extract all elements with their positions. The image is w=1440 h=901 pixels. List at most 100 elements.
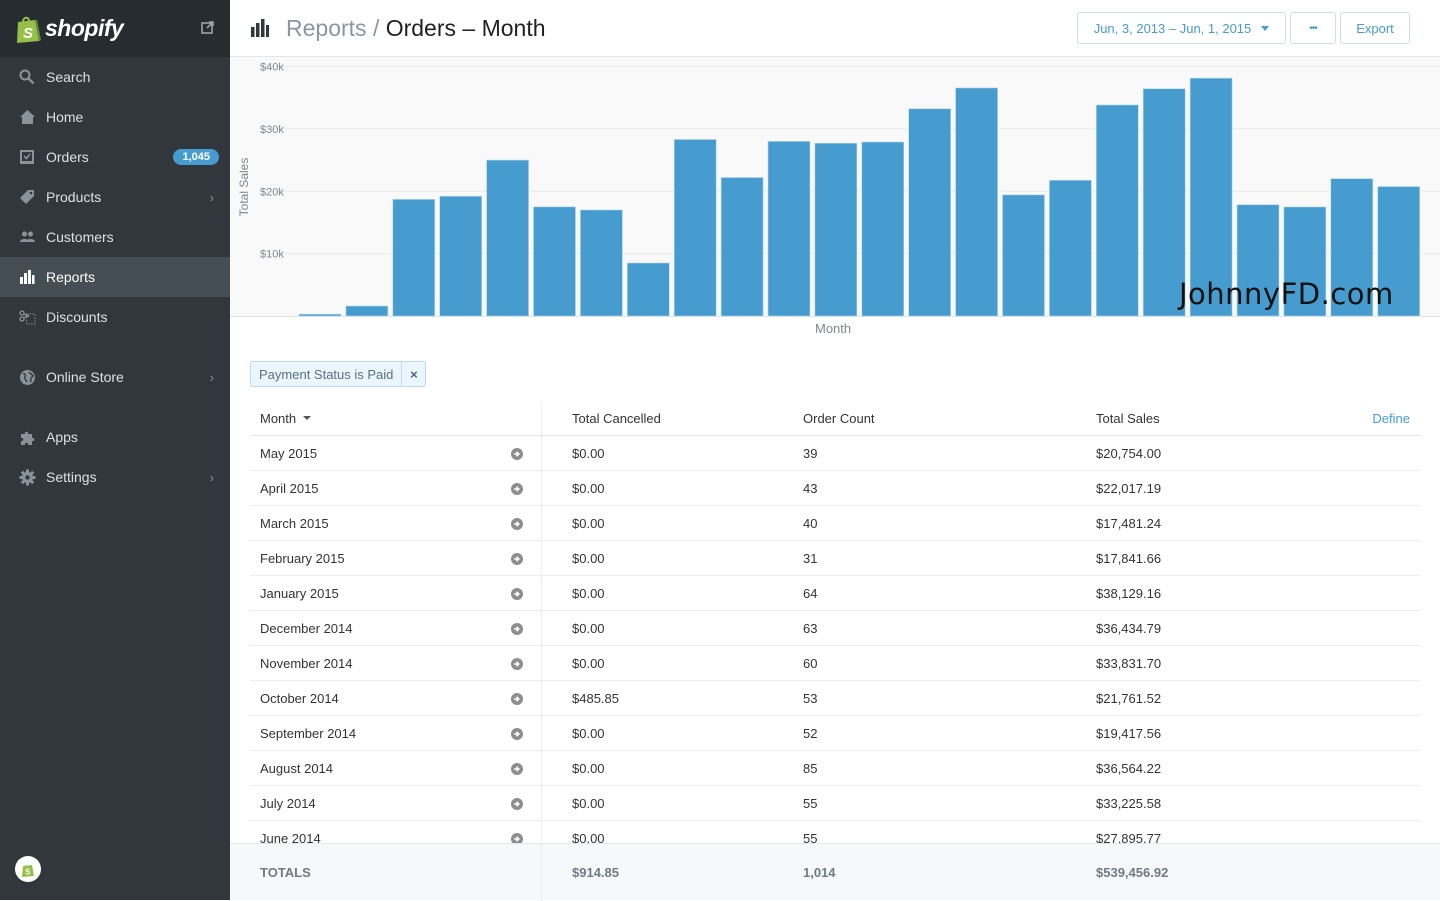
drilldown-arrow-icon[interactable] [511,518,523,530]
bar-nov-2014[interactable] [1095,104,1139,317]
define-link[interactable]: Define [1372,411,1410,426]
table-row[interactable]: December 2014 $0.00 63 $36,434.79 [250,611,1420,646]
cell-month: July 2014 [250,786,542,820]
bar-jul-2014[interactable] [908,108,952,317]
table-row[interactable]: October 2014 $485.85 53 $21,761.52 [250,681,1420,716]
drilldown-arrow-icon[interactable] [511,553,523,565]
table-row[interactable]: February 2015 $0.00 31 $17,841.66 [250,541,1420,576]
totals-label: TOTALS [250,844,542,901]
bar-mar-2014[interactable] [720,177,764,317]
y-tick-label: $30k [260,124,284,136]
drilldown-arrow-icon[interactable] [511,763,523,775]
external-link-icon[interactable] [201,21,214,34]
bar-sep-2013[interactable] [439,195,482,317]
cell-total-sales: $21,761.52 [1096,690,1162,706]
column-header-total-sales[interactable]: Total Sales [1096,411,1420,426]
remove-filter-icon[interactable]: × [401,362,425,386]
table-row[interactable]: May 2015 $0.00 39 $20,754.00 [250,436,1420,471]
drilldown-arrow-icon[interactable] [511,798,523,810]
table-row[interactable]: November 2014 $0.00 60 $33,831.70 [250,646,1420,681]
cell-month: April 2015 [250,471,542,505]
cell-total-cancelled: $0.00 [572,725,605,741]
column-header-total-cancelled[interactable]: Total Cancelled [542,411,803,426]
month-label: February 2015 [260,550,345,566]
sidebar-item-discounts[interactable]: Discounts [0,297,230,337]
cell-order-count: 31 [803,550,818,566]
cell-total-cancelled: $0.00 [572,550,605,566]
y-tick-label: $40k [260,62,284,74]
bar-sep-2014[interactable] [1002,194,1045,317]
sidebar-item-apps[interactable]: Apps [0,417,230,457]
table-row[interactable]: August 2014 $0.00 85 $36,564.22 [250,751,1420,786]
store-avatar[interactable]: S [15,856,41,882]
bar-oct-2013[interactable] [486,159,529,317]
more-actions-button[interactable]: ••• [1290,12,1336,44]
sidebar-item-orders[interactable]: Orders 1,045 [0,137,230,177]
bar-feb-2014[interactable] [673,139,717,317]
sidebar-item-search[interactable]: Search [0,57,230,97]
filter-label[interactable]: Payment Status is Paid [251,367,401,382]
drilldown-arrow-icon[interactable] [511,588,523,600]
home-icon [18,108,36,126]
bar-oct-2014[interactable] [1049,179,1092,317]
drilldown-arrow-icon[interactable] [511,693,523,705]
month-label: April 2015 [260,480,319,496]
cell-month: May 2015 [250,436,542,470]
cell-order-count: 63 [803,620,818,636]
bar-jun-2013[interactable] [298,313,342,317]
orders-icon [18,148,36,166]
totals-cancelled: $914.85 [572,865,619,880]
bar-jan-2014[interactable] [626,262,670,317]
bar-aug-2013[interactable] [392,199,436,317]
table-row[interactable]: July 2014 $0.00 55 $33,225.58 [250,786,1420,821]
cell-month: October 2014 [250,681,542,715]
bar-chart-icon [250,19,270,37]
drilldown-arrow-icon[interactable] [511,728,523,740]
bar-dec-2013[interactable] [580,209,623,317]
sidebar-item-label: Online Store [46,369,124,385]
brand-logo[interactable]: shopify [45,15,124,42]
orders-count-badge: 1,045 [173,149,219,165]
cell-order-count: 53 [803,690,818,706]
table-body: May 2015 $0.00 39 $20,754.00 April 2015 $0.00… [250,436,1420,856]
cell-order-count: 40 [803,515,818,531]
table-header-row: Month Total Cancelled Order Count Total … [250,401,1420,436]
sidebar-item-home[interactable]: Home [0,97,230,137]
breadcrumb-reports[interactable]: Reports [286,15,367,41]
column-header-month[interactable]: Month [250,401,542,435]
cell-total-cancelled: $0.00 [572,620,605,636]
sidebar-item-online-store[interactable]: Online Store › [0,357,230,397]
month-label: May 2015 [260,445,318,461]
sidebar-item-products[interactable]: Products › [0,177,230,217]
shopify-bag-icon: S [15,15,41,43]
sidebar-item-reports[interactable]: Reports [0,257,230,297]
sidebar-item-settings[interactable]: Settings › [0,457,230,497]
drilldown-arrow-icon[interactable] [511,448,523,460]
cell-month: September 2014 [250,716,542,750]
bar-nov-2013[interactable] [533,206,576,317]
cell-total-sales: $33,225.58 [1096,795,1162,811]
table-row[interactable]: April 2015 $0.00 43 $22,017.19 [250,471,1420,506]
y-axis-label: Total Sales [237,158,251,217]
bar-aug-2014[interactable] [955,87,998,317]
page-header: Reports / Orders – Month Jun, 3, 2013 – … [230,0,1440,57]
month-label: August 2014 [260,760,334,776]
column-header-label: Month [260,410,297,426]
table-row[interactable]: January 2015 $0.00 64 $38,129.16 [250,576,1420,611]
bar-may-2014[interactable] [814,142,858,317]
cell-total-sales: $38,129.16 [1096,585,1162,601]
svg-text:S: S [23,25,33,42]
bar-jul-2013[interactable] [345,305,389,317]
sidebar-item-customers[interactable]: Customers [0,217,230,257]
export-button[interactable]: Export [1340,12,1410,44]
drilldown-arrow-icon[interactable] [511,483,523,495]
table-row[interactable]: September 2014 $0.00 52 $19,417.56 [250,716,1420,751]
column-header-order-count[interactable]: Order Count [803,411,1096,426]
drilldown-arrow-icon[interactable] [511,658,523,670]
drilldown-arrow-icon[interactable] [511,623,523,635]
bar-apr-2014[interactable] [767,141,811,317]
table-row[interactable]: March 2015 $0.00 40 $17,481.24 [250,506,1420,541]
date-range-picker[interactable]: Jun, 3, 2013 – Jun, 1, 2015 [1077,12,1286,44]
cell-total-cancelled: $0.00 [572,480,605,496]
bar-jun-2014[interactable] [861,141,905,317]
